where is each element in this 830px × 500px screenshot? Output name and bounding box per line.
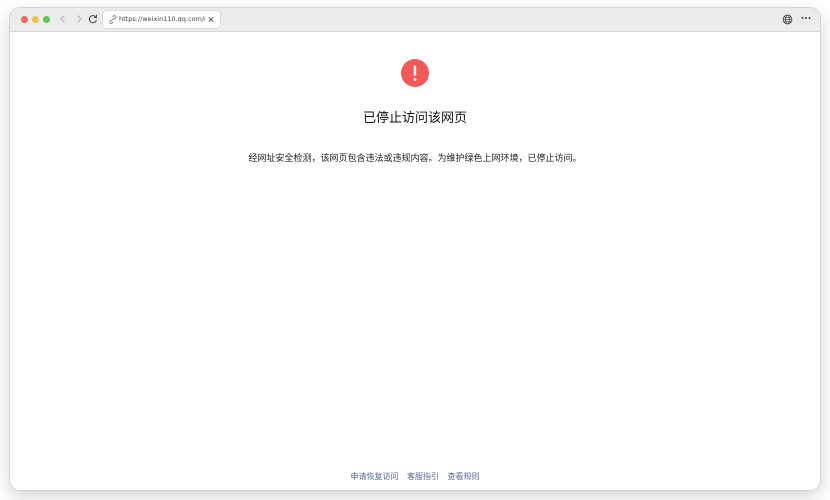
close-icon <box>208 16 214 23</box>
window-minimize-button[interactable] <box>32 16 39 23</box>
apply-restore-link[interactable]: 申请恢复访问 <box>350 472 398 481</box>
footer-links: 申请恢复访问 客服指引 查看规则 <box>10 472 820 482</box>
globe-icon[interactable] <box>782 14 793 25</box>
more-dots-icon <box>801 17 811 19</box>
chevron-right-icon <box>77 15 82 23</box>
window-close-button[interactable] <box>21 16 28 23</box>
page-title: 已停止访问该网页 <box>362 111 467 126</box>
view-rules-link[interactable]: 查看规则 <box>448 472 480 481</box>
chevron-left-icon <box>60 15 65 23</box>
link-icon <box>109 15 117 24</box>
page-content: 已停止访问该网页 经网址安全检测，该网页包含违法或违规内容。为维护绿色上网环境，… <box>10 32 820 490</box>
title-bar: https://weixin110.qq.com/cg <box>10 8 820 32</box>
reload-icon <box>88 14 98 24</box>
reload-button[interactable] <box>86 12 100 26</box>
warning-icon <box>401 59 429 87</box>
block-description: 经网址安全检测，该网页包含违法或违规内容。为维护绿色上网环境，已停止访问。 <box>248 154 582 164</box>
browser-tab[interactable]: https://weixin110.qq.com/cg <box>103 11 220 28</box>
customer-service-link[interactable]: 客服指引 <box>407 472 439 481</box>
window-maximize-button[interactable] <box>43 16 50 23</box>
more-icon[interactable] <box>800 12 812 24</box>
back-button[interactable] <box>56 12 70 26</box>
forward-button[interactable] <box>72 12 86 26</box>
address-bar-url[interactable]: https://weixin110.qq.com/cg <box>119 14 205 25</box>
tab-close-button[interactable] <box>206 13 216 26</box>
browser-window: https://weixin110.qq.com/cg 已停止访问该网页 经网址… <box>10 8 820 490</box>
